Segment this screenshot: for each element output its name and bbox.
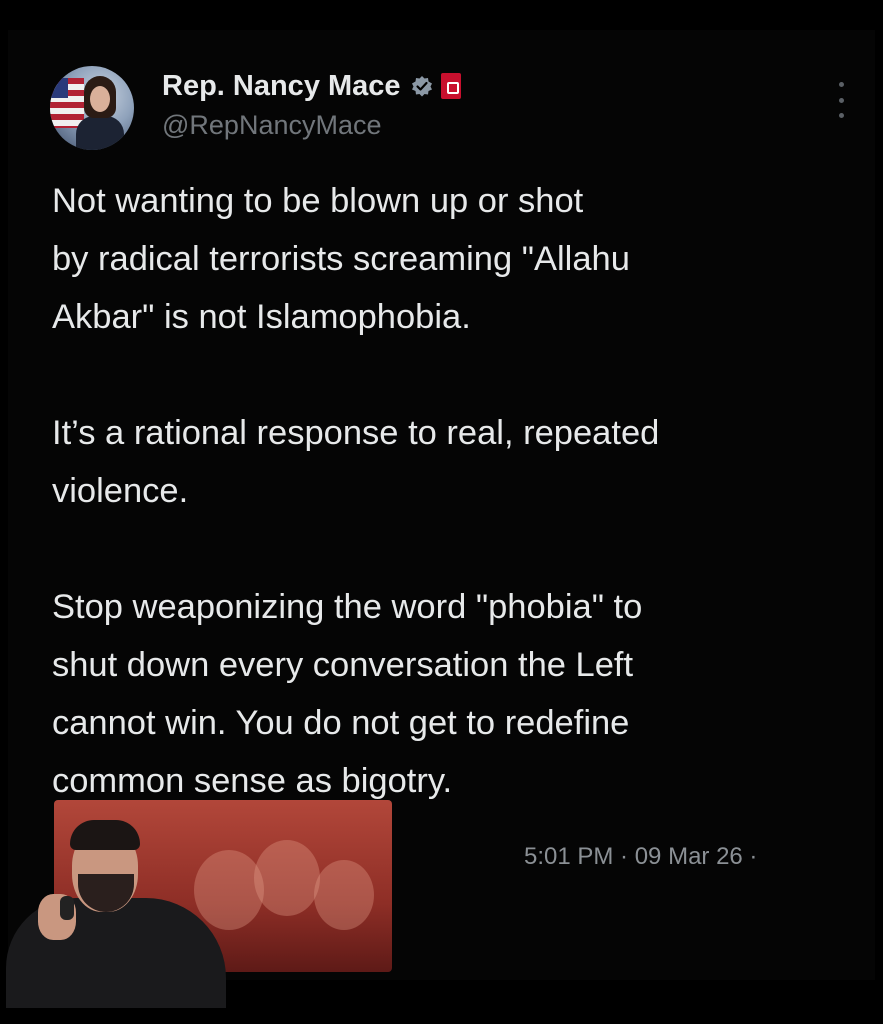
verified-badge-icon — [411, 76, 432, 97]
avatar-person — [76, 76, 124, 150]
speaker-photo-cutout — [0, 812, 240, 1008]
tweet-paragraph-2: It’s a rational response to real, repeat… — [52, 414, 660, 510]
screenshot-frame: Rep. Nancy Mace @RepNancyMace Not wantin… — [0, 0, 883, 1024]
tweet-paragraph-3: Stop weaponizing the word "phobia" to sh… — [52, 588, 643, 800]
author-display-name[interactable]: Rep. Nancy Mace — [162, 70, 401, 103]
author-name-row: Rep. Nancy Mace — [162, 66, 461, 106]
author-handle[interactable]: @RepNancyMace — [162, 110, 382, 141]
tweet-timestamp[interactable]: 5:01 PM · 09 Mar 26 · — [524, 843, 757, 871]
microphone-icon — [60, 896, 74, 920]
more-options-icon[interactable] — [834, 82, 848, 118]
avatar[interactable] — [50, 66, 134, 150]
tweet-paragraph-1: Not wanting to be blown up or shot by ra… — [52, 182, 630, 336]
tweet-body: Not wanting to be blown up or shot by ra… — [52, 172, 852, 810]
flag-badge-icon — [440, 73, 461, 99]
